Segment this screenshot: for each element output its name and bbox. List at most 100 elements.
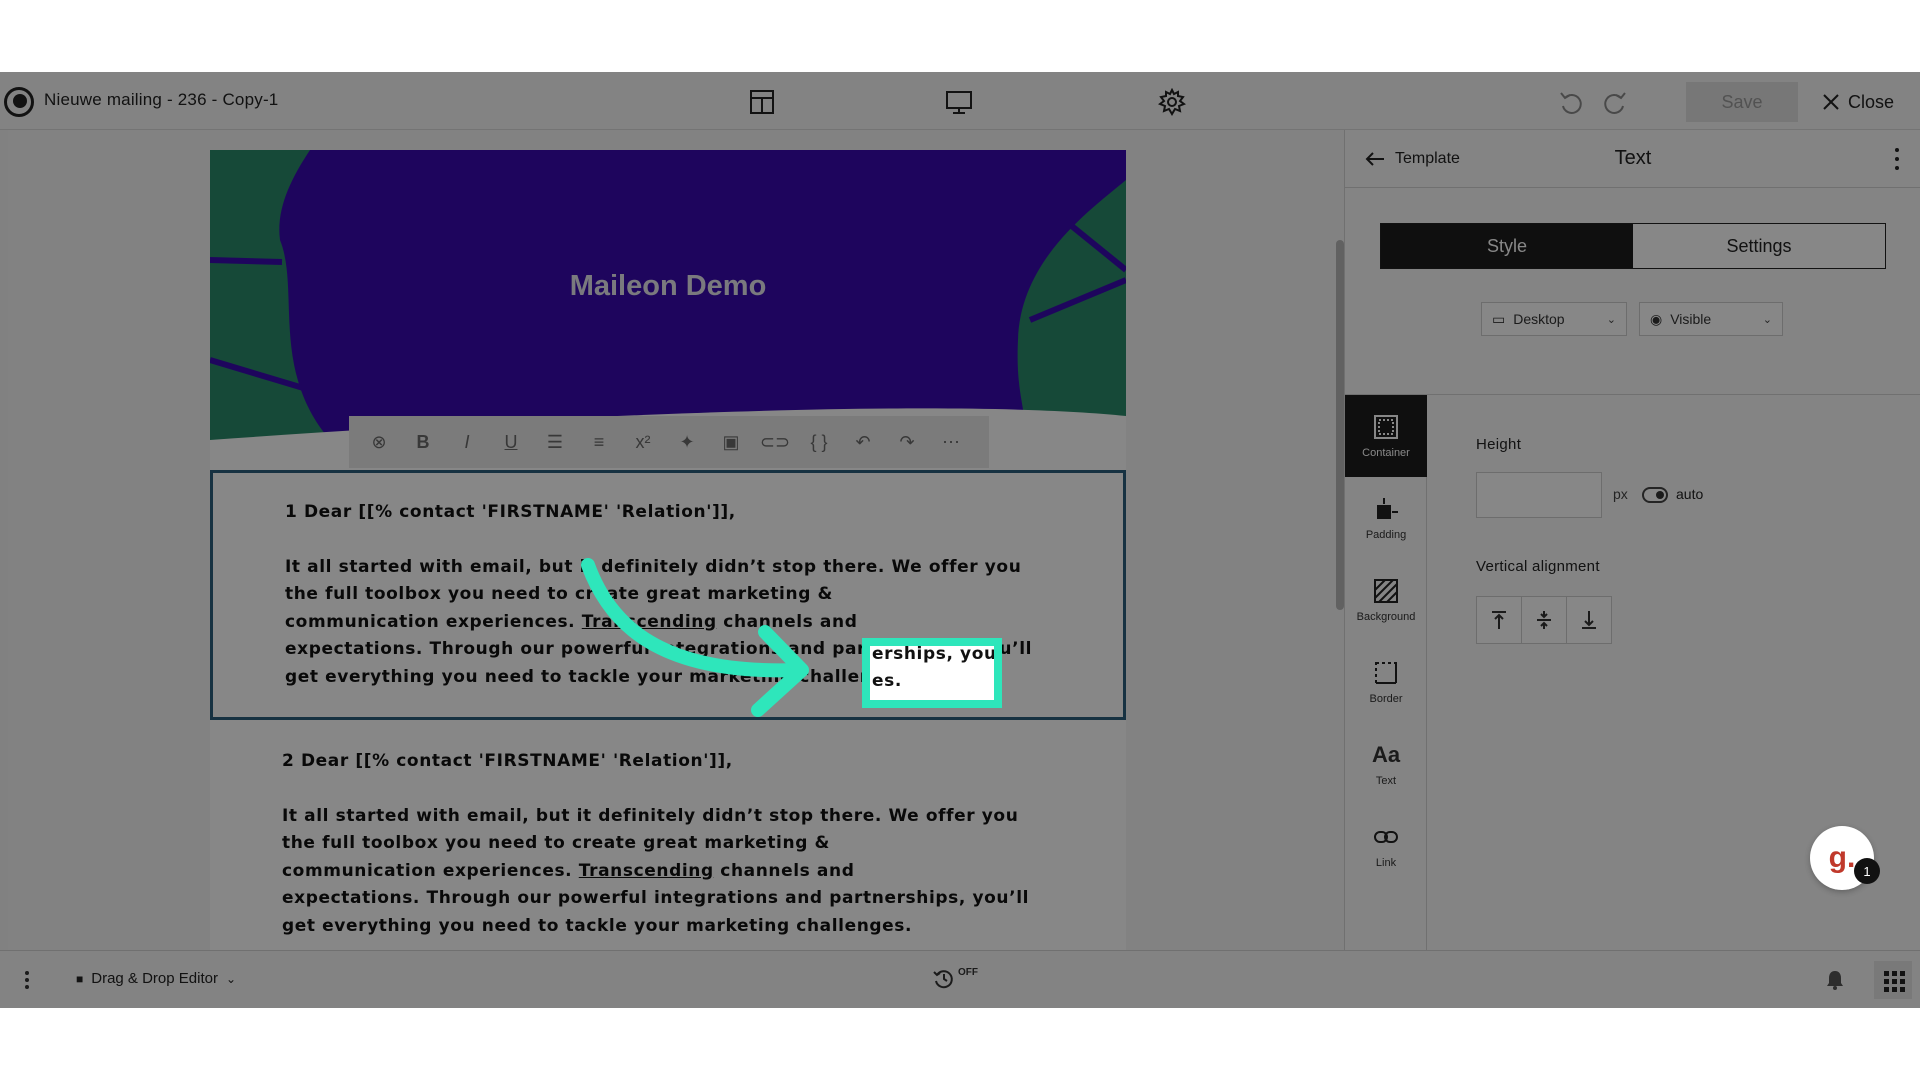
align-middle-icon <box>1537 611 1551 629</box>
undo-icon[interactable] <box>1557 88 1585 116</box>
app-logo-icon[interactable] <box>4 87 34 117</box>
editor-mode-dropdown[interactable]: ■ Drag & Drop Editor ⌄ <box>76 970 236 987</box>
bottom-menu-icon[interactable] <box>25 971 31 989</box>
text-block[interactable]: 2 Dear [[% contact 'FIRSTNAME' 'Relation… <box>210 720 1126 950</box>
autosave-state: OFF <box>958 967 978 978</box>
history-icon <box>933 970 953 989</box>
chat-notification-badge: 1 <box>1854 858 1880 884</box>
nav-text[interactable]: Aa Text <box>1345 723 1427 805</box>
tutorial-highlight-box[interactable]: erships, you'll es. <box>862 638 1002 708</box>
body-line: communication experiences. Transcending … <box>282 858 1042 886</box>
notification-bell-icon[interactable] <box>1824 969 1846 991</box>
auto-height-toggle[interactable] <box>1642 487 1668 503</box>
monitor-icon: ▭ <box>1492 310 1506 327</box>
tab-style[interactable]: Style <box>1381 224 1633 268</box>
bottom-bar: ■ Drag & Drop Editor ⌄ OFF <box>0 950 1920 1008</box>
tab-settings[interactable]: Settings <box>1633 224 1885 268</box>
close-button[interactable]: Close <box>1822 82 1894 122</box>
transcending-link[interactable]: Transcending <box>582 612 717 632</box>
chevron-down-icon: ⌄ <box>1606 313 1616 326</box>
save-button[interactable]: Save <box>1686 82 1798 122</box>
body-line: expectations. Through our powerful integ… <box>282 888 1030 908</box>
link-icon[interactable]: ⊂⊃ <box>753 424 797 460</box>
redo-icon[interactable] <box>1601 88 1629 116</box>
panel-header: Template Text <box>1345 130 1920 188</box>
bold-icon[interactable]: B <box>401 424 445 460</box>
remove-format-icon[interactable]: ⊗ <box>357 424 401 460</box>
style-side-nav: Container Padding Background Border Aa T… <box>1345 395 1427 950</box>
editor-mode-icon: ■ <box>76 971 84 986</box>
nav-border[interactable]: Border <box>1345 641 1427 723</box>
image-icon[interactable]: ▣ <box>709 424 753 460</box>
eye-icon: ◉ <box>1650 310 1663 327</box>
nav-label: Background <box>1356 611 1416 623</box>
app-window: Nieuwe mailing - 236 - Copy-1 Save Close <box>0 72 1920 1008</box>
document-title[interactable]: Nieuwe mailing - 236 - Copy-1 <box>44 90 278 110</box>
body-text: channels and <box>716 611 858 632</box>
panel-title: Text <box>1614 147 1652 169</box>
close-label: Close <box>1848 91 1895 112</box>
panel-divider <box>1345 394 1920 395</box>
height-label: Height <box>1476 436 1522 453</box>
bullet-list-icon[interactable]: ☰ <box>533 424 577 460</box>
superscript-icon[interactable]: x² <box>621 424 665 460</box>
align-bottom-button[interactable] <box>1567 597 1611 643</box>
text-format-toolbar: ⊗ B I U ☰ ≡ x² ✦ ▣ ⊂⊃ { } ↶ ↷ ⋯ <box>349 416 989 468</box>
body-text: communication experiences. <box>285 611 582 632</box>
nav-background[interactable]: Background <box>1345 559 1427 641</box>
align-middle-button[interactable] <box>1522 597 1567 643</box>
body-line: the full toolbox you need to create grea… <box>285 584 833 604</box>
body-text: communication experiences. <box>282 860 579 881</box>
more-options-icon[interactable]: ⋯ <box>929 424 973 460</box>
merge-tag-icon[interactable]: { } <box>797 424 841 460</box>
apps-grid-icon[interactable] <box>1874 961 1912 999</box>
layout-grid-icon[interactable] <box>746 86 778 118</box>
body-line: get everything you need to tackle your m… <box>282 915 913 936</box>
chevron-down-icon: ⌄ <box>1762 313 1772 326</box>
body-line: It all started with email, but it defini… <box>285 556 1022 577</box>
autosave-toggle[interactable]: OFF <box>932 967 978 991</box>
nav-label: Link <box>1375 857 1397 869</box>
desktop-preview-icon[interactable] <box>943 86 975 118</box>
editor-mode-label: Drag & Drop Editor <box>91 970 218 987</box>
auto-label: auto <box>1676 486 1704 502</box>
editor-canvas[interactable]: Maileon Demo ⊗ B I U ☰ ≡ x² ✦ ▣ ⊂⊃ { } ↶… <box>8 130 1344 950</box>
body-line: It all started with email, but it defini… <box>282 805 1019 826</box>
nav-label: Text <box>1375 775 1397 787</box>
highlight-text-top: erships, you'll <box>872 644 1002 664</box>
close-icon <box>1823 94 1839 110</box>
text-block-content[interactable]: 2 Dear [[% contact 'FIRSTNAME' 'Relation… <box>282 748 1042 940</box>
nav-link[interactable]: Link <box>1345 805 1427 887</box>
body-line: communication experiences. Transcending … <box>285 609 1045 637</box>
panel-menu-icon[interactable] <box>1893 148 1901 170</box>
align-top-button[interactable] <box>1477 597 1522 643</box>
visibility-dropdown[interactable]: ◉ Visible ⌄ <box>1639 302 1783 336</box>
nav-container[interactable]: Container <box>1345 395 1427 477</box>
body-line: the full toolbox you need to create grea… <box>282 833 830 853</box>
email-preview: Maileon Demo ⊗ B I U ☰ ≡ x² ✦ ▣ ⊂⊃ { } ↶… <box>210 150 1126 950</box>
nav-label: Border <box>1369 693 1403 705</box>
vertical-alignment-group <box>1476 596 1612 644</box>
ai-sparkle-icon[interactable]: ✦ <box>665 424 709 460</box>
settings-gear-icon[interactable] <box>1156 86 1188 118</box>
container-icon <box>1372 413 1400 441</box>
toolbar-undo-icon[interactable]: ↶ <box>841 424 885 460</box>
header-banner[interactable]: Maileon Demo <box>210 150 1126 440</box>
greeting-line: 2 Dear [[% contact 'FIRSTNAME' 'Relation… <box>282 751 733 771</box>
toolbar-redo-icon[interactable]: ↷ <box>885 424 929 460</box>
nav-label: Padding <box>1365 529 1407 541</box>
italic-icon[interactable]: I <box>445 424 489 460</box>
transcending-link[interactable]: Transcending <box>579 861 714 881</box>
height-input[interactable] <box>1476 472 1602 518</box>
visibility-value: Visible <box>1670 311 1712 327</box>
text-style-icon: Aa <box>1371 742 1401 767</box>
underline-icon[interactable]: U <box>489 424 533 460</box>
numbered-list-icon[interactable]: ≡ <box>577 424 621 460</box>
canvas-scrollbar[interactable] <box>1336 240 1344 610</box>
border-icon <box>1372 659 1400 687</box>
panel-tabs: Style Settings <box>1380 223 1886 269</box>
nav-padding[interactable]: Padding <box>1345 477 1427 559</box>
greeting-line: 1 Dear [[% contact 'FIRSTNAME' 'Relation… <box>285 502 736 522</box>
background-icon <box>1372 577 1400 605</box>
device-dropdown[interactable]: ▭ Desktop ⌄ <box>1481 302 1627 336</box>
